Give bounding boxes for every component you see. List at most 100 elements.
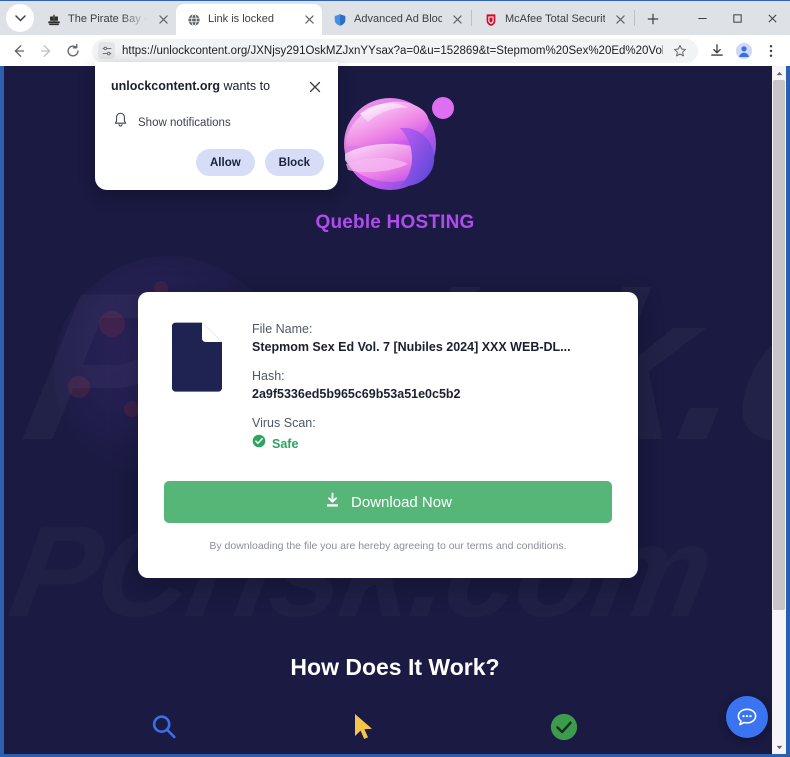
hash-value: 2a9f5336ed5b965c69b53a51e0c5b2	[252, 387, 461, 401]
tab-advanced-ad-blocker[interactable]: Advanced Ad Blocker	[322, 4, 470, 35]
file-metadata: File Name: Stepmom Sex Ed Vol. 7 [Nubile…	[252, 320, 612, 453]
tab-divider	[634, 10, 635, 26]
tab-title: McAfee Total Security	[505, 13, 605, 25]
notification-permission-row: Show notifications	[113, 112, 324, 133]
plus-icon	[647, 13, 659, 25]
cursor-pointer-icon	[352, 712, 376, 747]
profile-avatar-icon	[735, 42, 753, 59]
logo-text-queble: Queble	[315, 212, 382, 233]
file-name-value: Stepmom Sex Ed Vol. 7 [Nubiles 2024] XXX…	[252, 340, 571, 354]
maximize-button[interactable]	[720, 1, 755, 35]
tab-close-button[interactable]	[155, 11, 172, 28]
notification-permission-dialog: unlockcontent.org wants to Show notifica…	[95, 62, 338, 190]
notification-header: unlockcontent.org wants to	[111, 78, 324, 96]
download-icon	[324, 492, 341, 513]
close-icon	[453, 15, 462, 24]
tab-title: Link is locked	[208, 13, 275, 25]
card-info-row: File Name: Stepmom Sex Ed Vol. 7 [Nubile…	[164, 320, 612, 453]
tab-link-is-locked[interactable]: Link is locked	[176, 4, 322, 35]
close-icon	[309, 81, 321, 93]
reload-button[interactable]	[60, 38, 86, 64]
pirate-ship-icon	[46, 12, 61, 27]
browser-chrome: The Pirate Bay - The ga Link is locked	[0, 0, 790, 66]
terms-text: By downloading the file you are hereby a…	[209, 540, 567, 552]
chat-widget-button[interactable]	[726, 696, 768, 738]
check-circle-icon	[252, 434, 266, 453]
step-search	[64, 706, 264, 752]
virus-scan-label: Virus Scan:	[252, 416, 316, 430]
hash-label: Hash:	[252, 369, 285, 383]
address-bar[interactable]: https://unlockcontent.org/JXNjsy291OskMZ…	[92, 38, 698, 63]
close-window-button[interactable]	[755, 1, 790, 35]
tab-title: Advanced Ad Blocker	[354, 13, 442, 25]
close-icon	[616, 15, 625, 24]
notification-title-suffix: wants to	[220, 79, 271, 93]
browser-menu-button[interactable]	[758, 38, 784, 64]
logo-text: Queble HOSTING	[315, 212, 474, 234]
step-done	[464, 706, 664, 752]
new-tab-button[interactable]	[640, 6, 666, 32]
tab-close-button[interactable]	[612, 11, 629, 28]
virus-scan-status: Safe	[252, 434, 612, 453]
tab-close-button[interactable]	[449, 11, 466, 28]
scroll-up-icon	[776, 71, 782, 75]
file-name-label: File Name:	[252, 322, 313, 336]
maximize-icon	[733, 13, 742, 23]
scroll-up-button[interactable]	[772, 66, 786, 80]
minimize-icon	[698, 17, 707, 19]
chat-bubble-icon	[737, 708, 757, 726]
minimize-button[interactable]	[685, 1, 720, 35]
tab-pirate-bay[interactable]: The Pirate Bay - The ga	[36, 4, 176, 35]
globe-icon	[186, 12, 201, 27]
notification-permission-label: Show notifications	[138, 116, 231, 129]
check-circle-icon	[549, 712, 579, 747]
notification-actions: Allow Block	[111, 149, 324, 176]
scroll-down-icon	[776, 745, 782, 749]
step-click	[264, 706, 464, 752]
scroll-down-button[interactable]	[772, 740, 786, 754]
star-icon	[674, 44, 686, 56]
tab-divider	[471, 10, 472, 26]
download-now-button[interactable]: Download Now	[164, 481, 612, 523]
magnifier-icon	[149, 712, 179, 747]
reload-icon	[67, 43, 79, 56]
back-arrow-icon	[14, 44, 25, 57]
url-text: https://unlockcontent.org/JXNjsy291OskMZ…	[122, 44, 663, 57]
tab-search-button[interactable]	[6, 4, 34, 32]
tab-strip: The Pirate Bay - The ga Link is locked	[0, 1, 790, 35]
downloads-button[interactable]	[704, 38, 730, 64]
scrollbar-thumb[interactable]	[773, 80, 785, 610]
tab-mcafee-total-security[interactable]: McAfee Total Security	[473, 4, 633, 35]
page-scrollbar[interactable]	[772, 66, 786, 754]
tab-close-button[interactable]	[301, 11, 318, 28]
notification-origin: unlockcontent.org	[111, 79, 221, 93]
download-now-label: Download Now	[351, 493, 452, 511]
queble-sphere-logo-icon	[330, 86, 460, 204]
notification-close-button[interactable]	[306, 78, 324, 96]
download-icon	[711, 43, 723, 56]
bell-icon	[113, 112, 128, 133]
bookmark-button[interactable]	[670, 41, 690, 61]
notification-title: unlockcontent.org wants to	[111, 78, 270, 94]
chevron-down-icon	[14, 14, 26, 22]
background-dot	[68, 376, 90, 398]
how-it-works-title: How Does It Work?	[290, 654, 500, 680]
profile-button[interactable]	[731, 38, 757, 64]
block-button[interactable]: Block	[264, 149, 324, 176]
forward-arrow-icon	[40, 44, 51, 57]
mcafee-shield-icon	[483, 12, 498, 27]
window-controls	[685, 1, 790, 35]
three-dot-menu-icon	[769, 44, 773, 57]
allow-button[interactable]: Allow	[196, 149, 255, 176]
close-icon	[305, 15, 314, 24]
how-it-works-steps	[64, 706, 664, 752]
shield-icon	[332, 12, 347, 27]
logo-text-hosting: HOSTING	[381, 212, 475, 233]
back-button[interactable]	[6, 38, 32, 64]
forward-button[interactable]	[33, 38, 59, 64]
virus-scan-value: Safe	[272, 436, 299, 451]
browser-window: The Pirate Bay - The ga Link is locked	[0, 0, 790, 757]
close-icon	[159, 15, 168, 24]
close-icon	[768, 13, 777, 23]
site-settings-icon[interactable]	[98, 42, 115, 59]
